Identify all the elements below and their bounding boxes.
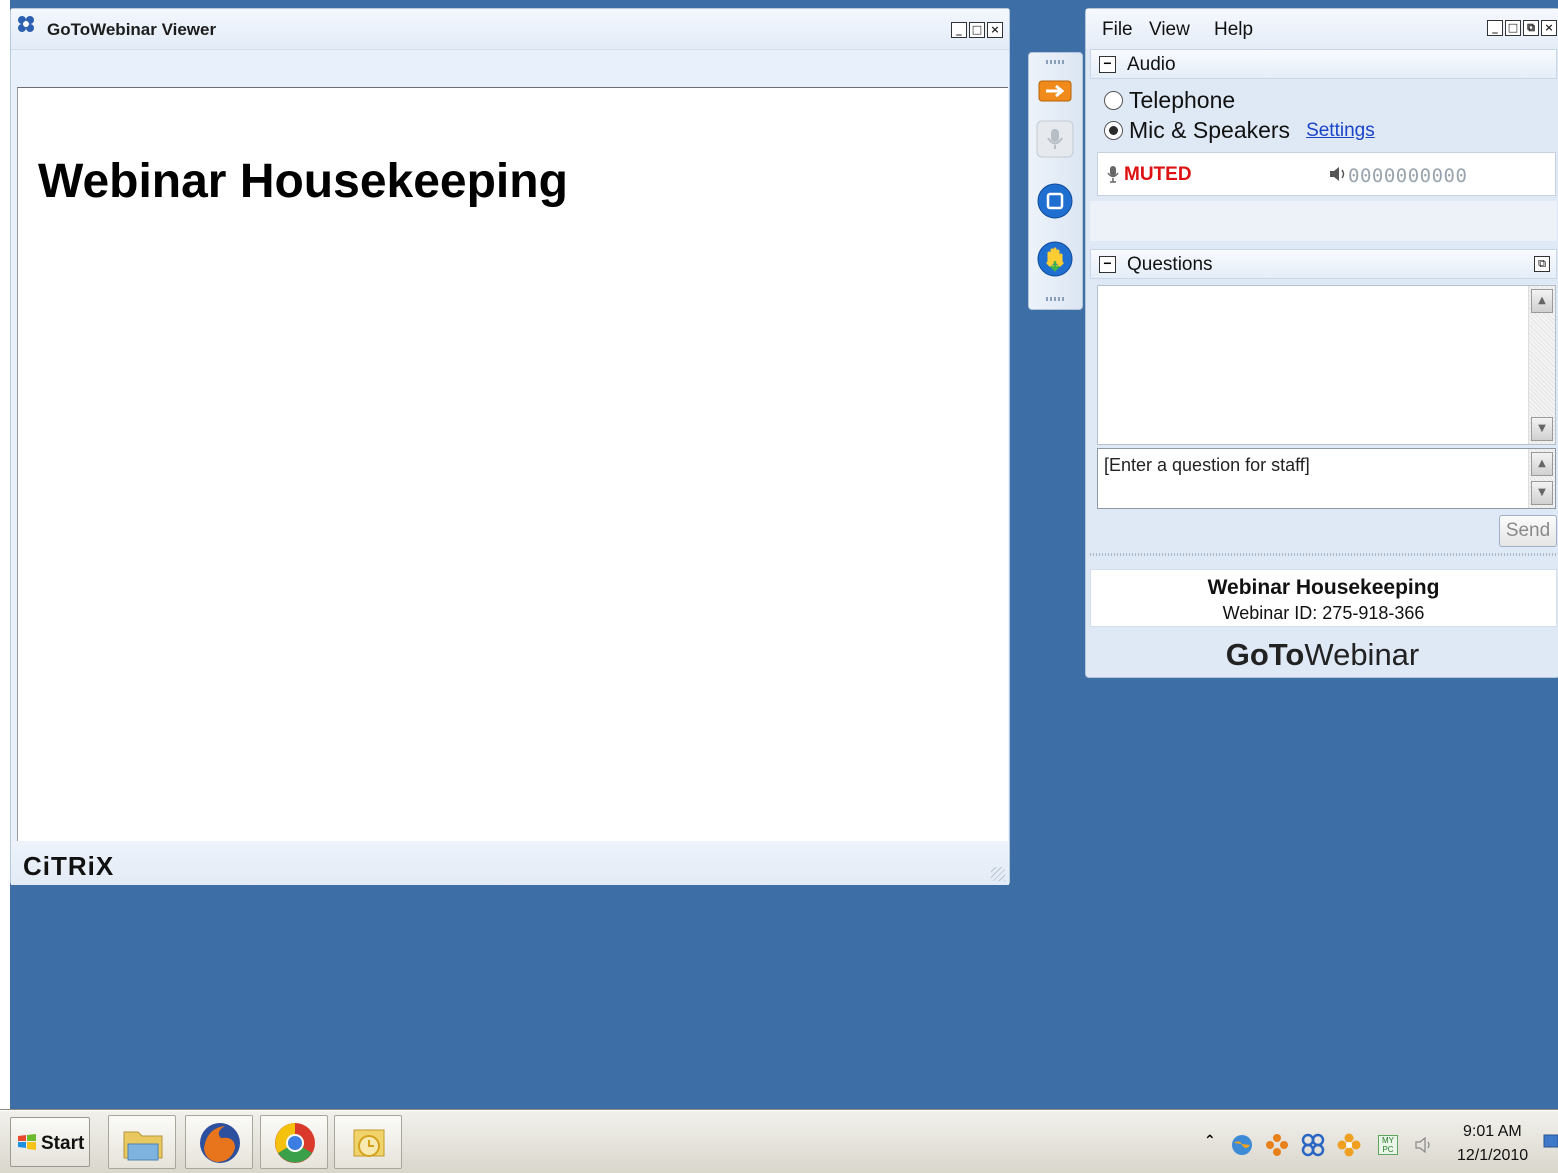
taskbar-chrome[interactable]: [260, 1115, 328, 1169]
speaker-icon: [1330, 167, 1345, 181]
section-divider: [1090, 553, 1557, 556]
scroll-down-arrow-icon[interactable]: ▼: [1531, 417, 1553, 441]
brand-regular: Webinar: [1304, 637, 1420, 672]
desktop-edge: [0, 0, 10, 1110]
questions-section-title: Questions: [1127, 254, 1213, 275]
questions-log-scrollbar[interactable]: ▲ ▼: [1528, 286, 1555, 444]
mic-status-text: MUTED: [1124, 164, 1192, 185]
scroll-up-arrow-icon[interactable]: ▲: [1531, 289, 1553, 313]
clock-time[interactable]: 9:01 AM: [1463, 1123, 1522, 1141]
telephone-radio[interactable]: [1104, 91, 1123, 110]
gotomeeting-flower-icon[interactable]: [1265, 1133, 1289, 1157]
panel-window-controls: _ □ ⧉ ×: [1487, 20, 1557, 36]
taskbar-firefox[interactable]: [185, 1115, 253, 1169]
mic-speakers-label: Mic & Speakers: [1129, 117, 1291, 143]
menu-file[interactable]: File: [1102, 19, 1133, 41]
panel-minimize-button[interactable]: _: [1487, 20, 1503, 36]
slide-title: Webinar Housekeeping: [38, 155, 568, 208]
raise-hand-icon[interactable]: [1035, 239, 1075, 279]
audio-collapse-button[interactable]: −: [1099, 56, 1116, 73]
audio-section-header[interactable]: − Audio: [1090, 49, 1557, 79]
input-scroll-up-arrow-icon[interactable]: ▲: [1531, 452, 1553, 476]
gotowebinar-flower-icon[interactable]: [1337, 1133, 1361, 1157]
question-input-scrollbar[interactable]: ▲ ▼: [1528, 449, 1555, 508]
panel-restore-button[interactable]: ⧉: [1523, 20, 1539, 36]
mic-muted-icon: [1107, 166, 1119, 183]
show-desktop-icon[interactable]: [1542, 1131, 1558, 1153]
send-button[interactable]: Send: [1499, 515, 1557, 547]
firefox-icon: [200, 1123, 240, 1163]
audio-status-box: MUTED 0000000000: [1097, 152, 1556, 196]
network-globe-icon[interactable]: [1230, 1133, 1254, 1157]
shared-screen-area: Webinar Housekeeping: [17, 87, 1008, 842]
outlook-icon: [353, 1129, 385, 1157]
grab-tab-handle-top[interactable]: [1046, 60, 1066, 64]
start-label: Start: [41, 1133, 85, 1154]
clock-date[interactable]: 12/1/2010: [1457, 1147, 1528, 1165]
webinar-info-box: Webinar Housekeeping Webinar ID: 275-918…: [1090, 569, 1557, 627]
mypc-icon[interactable]: MY PC: [1378, 1135, 1398, 1155]
taskbar-outlook[interactable]: [334, 1115, 402, 1169]
questions-collapse-button[interactable]: −: [1099, 256, 1116, 273]
audio-extra-area: [1090, 201, 1557, 241]
question-input-placeholder: [Enter a question for staff]: [1104, 455, 1310, 475]
menu-view[interactable]: View: [1149, 19, 1190, 41]
butterfly-icon[interactable]: [1301, 1133, 1325, 1157]
chrome-icon: [275, 1123, 315, 1163]
control-panel: File View Help _ □ ⧉ × − Audio Telephone…: [1085, 8, 1558, 678]
questions-popout-button[interactable]: ⧉: [1534, 256, 1550, 272]
telephone-option[interactable]: Telephone: [1104, 87, 1235, 114]
telephone-label: Telephone: [1129, 87, 1236, 113]
taskbar: Start ⌃ MY PC 9:01 AM 12/1/2010: [0, 1110, 1558, 1173]
windows-flag-icon: [18, 1134, 36, 1150]
menu-bar: File View Help _ □ ⧉ ×: [1086, 9, 1558, 49]
grab-tab: [1028, 52, 1083, 310]
viewer-window-controls: _ □ ×: [951, 22, 1003, 38]
input-scroll-down-arrow-icon[interactable]: ▼: [1531, 481, 1553, 505]
screen-icon[interactable]: [1035, 181, 1075, 221]
show-hide-arrow-icon[interactable]: [1035, 71, 1075, 111]
microphone-icon[interactable]: [1035, 119, 1075, 159]
windows-explorer-icon: [123, 1131, 163, 1161]
brand-bold: GoTo: [1225, 637, 1305, 672]
viewer-title-bar[interactable]: GoToWebinar Viewer _ □ ×: [11, 9, 1009, 50]
viewer-title: GoToWebinar Viewer: [47, 20, 217, 39]
viewer-maximize-button[interactable]: □: [969, 22, 985, 38]
viewer-minimize-button[interactable]: _: [951, 22, 967, 38]
volume-icon[interactable]: [1414, 1135, 1436, 1155]
menu-help[interactable]: Help: [1214, 19, 1253, 41]
start-button[interactable]: Start: [10, 1117, 90, 1167]
audio-settings-link[interactable]: Settings: [1306, 120, 1375, 142]
speaker-level-meter: 0000000000: [1348, 165, 1468, 187]
show-hidden-icons-icon[interactable]: ⌃: [1204, 1133, 1216, 1149]
panel-maximize-button[interactable]: □: [1505, 20, 1521, 36]
citrix-logo: CiTRiX: [23, 851, 115, 881]
audio-section-title: Audio: [1127, 54, 1176, 75]
grab-tab-handle-bottom[interactable]: [1046, 297, 1066, 301]
viewer-footer: CiTRiX: [11, 841, 1009, 885]
gotowebinar-logo-icon: [18, 16, 34, 32]
mic-speakers-radio[interactable]: [1104, 121, 1123, 140]
viewer-window: GoToWebinar Viewer _ □ × Webinar Houseke…: [10, 8, 1010, 885]
webinar-id: Webinar ID: 275-918-366: [1222, 603, 1425, 623]
panel-close-button[interactable]: ×: [1541, 20, 1557, 36]
gotowebinar-brand: GoToWebinar: [1086, 637, 1558, 673]
questions-log: ▲ ▼: [1097, 285, 1556, 445]
resize-grip-icon[interactable]: [991, 867, 1005, 881]
taskbar-explorer[interactable]: [108, 1115, 176, 1169]
mic-speakers-option[interactable]: Mic & Speakers Settings: [1104, 117, 1375, 144]
webinar-title: Webinar Housekeeping: [1207, 576, 1440, 599]
questions-section-header[interactable]: − Questions ⧉: [1090, 249, 1557, 279]
viewer-close-button[interactable]: ×: [987, 22, 1003, 38]
question-input[interactable]: [Enter a question for staff] ▲ ▼: [1097, 448, 1556, 509]
